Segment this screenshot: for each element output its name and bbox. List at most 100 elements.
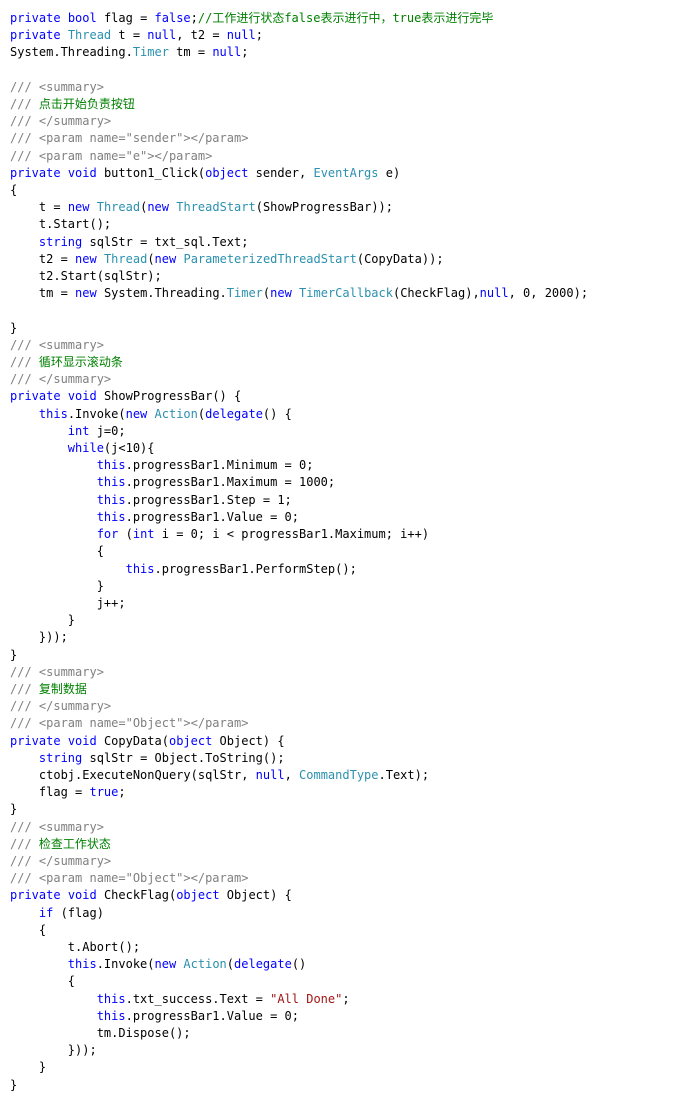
code-token-plain: i = 0; i < progressBar1.Maximum; i++) xyxy=(154,527,430,542)
code-token-cmt: //工作进行状态false表示进行中，true表示进行完毕 xyxy=(197,11,494,25)
code-token-kw: while xyxy=(67,441,104,456)
code-token-doc: /// <param name="Object"></param> xyxy=(10,716,249,731)
code-token-doc: /// </summary> xyxy=(10,699,112,714)
code-line: this.progressBar1.Step = 1; xyxy=(10,492,690,509)
code-token-plain: .progressBar1.Value = 0; xyxy=(125,509,299,524)
code-token-plain: , xyxy=(284,767,300,782)
code-line: private void CheckFlag(object Object) { xyxy=(10,887,690,904)
code-token-plain: sender, xyxy=(248,165,314,180)
code-line: for (int i = 0; i < progressBar1.Maximum… xyxy=(10,526,690,543)
code-line: string sqlStr = Object.ToString(); xyxy=(10,750,690,767)
code-token-kw: null xyxy=(226,28,256,43)
code-line: } xyxy=(10,578,690,595)
code-token-plain: () xyxy=(291,957,307,972)
code-token-doc: /// xyxy=(10,97,39,112)
code-token-plain: CopyData( xyxy=(96,733,169,748)
code-line: } xyxy=(10,1077,690,1094)
code-token-plain: (CopyData)); xyxy=(356,251,444,266)
code-token-cmt: 循环显示滚动条 xyxy=(38,355,123,370)
code-token-plain: .progressBar1.Step = 1; xyxy=(125,492,292,507)
code-token-type: TimerCallback xyxy=(299,286,393,301)
code-token-doc: /// xyxy=(10,355,39,370)
code-token-plain: })); xyxy=(38,630,68,645)
code-token-kw: for xyxy=(96,527,119,542)
code-token-kw: false xyxy=(154,11,191,25)
code-line: j++; xyxy=(10,595,690,612)
code-line: { xyxy=(10,973,690,990)
code-line: this.progressBar1.Minimum = 0; xyxy=(10,457,690,474)
code-token-plain: flag = xyxy=(38,785,90,800)
code-token-kw: private xyxy=(10,888,61,903)
code-token-kw: this xyxy=(96,1008,126,1023)
code-line: /// </summary> xyxy=(10,698,690,715)
code-token-kw: private xyxy=(10,165,61,180)
code-token-doc: /// </summary> xyxy=(10,853,112,868)
code-line: } xyxy=(10,1059,690,1076)
code-token-kw: private xyxy=(10,389,61,404)
code-token-type: Thread xyxy=(103,251,148,266)
code-editor-listing[interactable]: private bool flag = false;//工作进行状态false表… xyxy=(0,0,690,1094)
code-line: t.Start(); xyxy=(10,216,690,233)
code-token-plain: })); xyxy=(67,1043,97,1058)
code-token-plain: } xyxy=(10,647,18,662)
code-token-plain: ( xyxy=(147,251,155,266)
code-token-plain: ; xyxy=(190,11,198,25)
code-token-kw: new xyxy=(270,286,292,301)
code-token-plain: { xyxy=(67,974,76,989)
code-line: ctobj.ExecuteNonQuery(sqlStr, null, Comm… xyxy=(10,767,690,784)
code-line: this.progressBar1.PerformStep(); xyxy=(10,561,690,578)
code-token-kw: this xyxy=(96,458,126,473)
code-token-kw: this xyxy=(125,561,155,576)
code-token-kw: private xyxy=(10,733,61,748)
code-token-kw: new xyxy=(147,200,170,215)
code-token-plain: t2.Start(sqlStr); xyxy=(38,269,162,284)
code-line: } xyxy=(10,612,690,629)
code-token-plain: .Text); xyxy=(378,767,430,782)
code-token-plain: .Invoke( xyxy=(96,957,155,972)
code-token-kw: this xyxy=(38,406,68,421)
code-line: this.progressBar1.Value = 0; xyxy=(10,509,690,526)
code-token-type: CommandType xyxy=(299,767,379,782)
code-token-plain: flag = xyxy=(96,11,155,25)
code-token-kw: bool xyxy=(67,11,97,25)
code-token-plain: ctobj.ExecuteNonQuery(sqlStr, xyxy=(38,767,256,782)
code-token-kw: object xyxy=(168,733,213,748)
code-token-plain: () { xyxy=(262,406,292,421)
code-token-cmt: 复制数据 xyxy=(38,681,87,696)
code-line: int j=0; xyxy=(10,423,690,440)
code-token-plain: button1_Click( xyxy=(96,165,206,180)
code-line: this.progressBar1.Maximum = 1000; xyxy=(10,474,690,491)
code-token-doc: /// xyxy=(10,836,39,851)
code-token-kw: new xyxy=(154,957,177,972)
code-token-type: Action xyxy=(183,957,227,972)
code-line: } xyxy=(10,801,690,818)
code-line: { xyxy=(10,922,690,939)
code-token-kw: private xyxy=(10,11,61,25)
code-token-kw: this xyxy=(67,957,97,972)
code-line: t2 = new Thread(new ParameterizedThreadS… xyxy=(10,251,690,268)
code-token-plain: .progressBar1.Minimum = 0; xyxy=(125,458,314,473)
code-token-cmt: 检查工作状态 xyxy=(38,836,111,851)
code-token-kw: null xyxy=(255,767,285,782)
code-token-plain: System.Threading. xyxy=(96,286,227,301)
